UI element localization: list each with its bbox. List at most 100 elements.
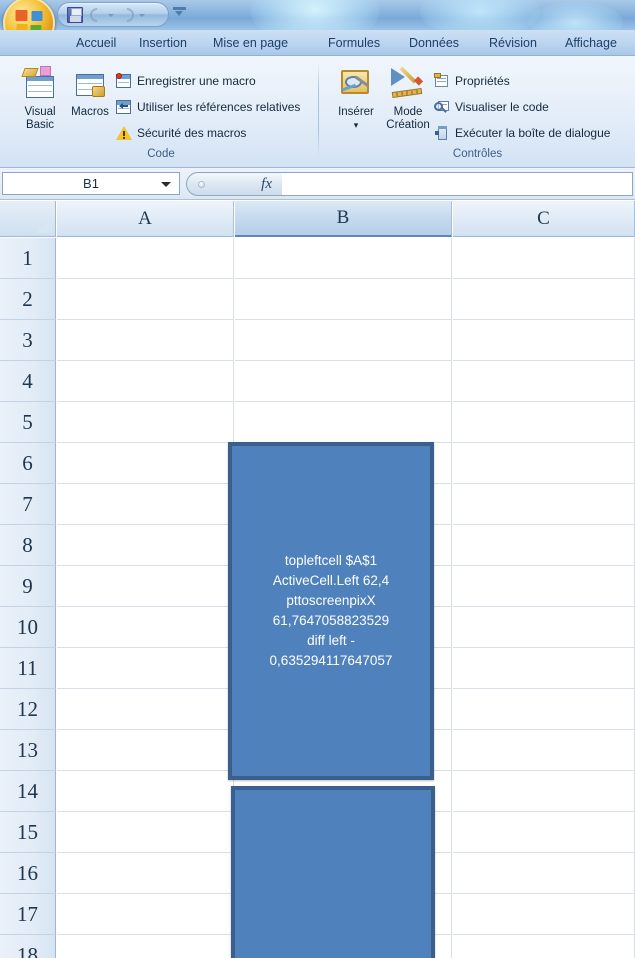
select-all-corner[interactable]	[0, 201, 56, 237]
shape-textbox-bottom[interactable]	[231, 786, 435, 958]
cell-C7[interactable]	[453, 484, 635, 525]
shape-textbox-top[interactable]: topleftcell $A$1 ActiveCell.Left 62,4 pt…	[228, 442, 434, 780]
row-header-18[interactable]: 18	[0, 935, 56, 958]
office-button[interactable]	[3, 0, 55, 30]
run-dialog-item[interactable]: Exécuter la boîte de dialogue	[434, 122, 610, 144]
cell-A7[interactable]	[57, 484, 234, 525]
cell-C18[interactable]	[453, 935, 635, 958]
cell-C16[interactable]	[453, 853, 635, 894]
cell-A9[interactable]	[57, 566, 234, 607]
tab-mise-en-page[interactable]: Mise en page	[205, 30, 296, 56]
formula-input[interactable]	[282, 172, 633, 196]
row-header-14[interactable]: 14	[0, 771, 56, 812]
column-header-b[interactable]: B	[235, 201, 452, 237]
record-macro-item[interactable]: Enregistrer une macro	[116, 70, 256, 92]
insert-control-button[interactable]: Insérer ▾	[328, 62, 384, 132]
properties-item[interactable]: Propriétés	[434, 70, 510, 92]
cell-C10[interactable]	[453, 607, 635, 648]
cell-A15[interactable]	[57, 812, 234, 853]
ribbon: Visual Basic Macros Enregistrer une macr…	[0, 56, 635, 168]
row-header-13[interactable]: 13	[0, 730, 56, 771]
cell-A8[interactable]	[57, 525, 234, 566]
cell-C12[interactable]	[453, 689, 635, 730]
redo-icon[interactable]	[117, 5, 137, 25]
insert-control-dropdown-icon[interactable]: ▾	[328, 119, 384, 132]
macros-label: Macros	[71, 106, 109, 118]
cell-C4[interactable]	[453, 361, 635, 402]
tab-affichage[interactable]: Affichage	[557, 30, 625, 56]
save-icon[interactable]	[67, 7, 83, 23]
cell-C14[interactable]	[453, 771, 635, 812]
cell-A17[interactable]	[57, 894, 234, 935]
cell-A1[interactable]	[57, 238, 234, 279]
cell-C1[interactable]	[453, 238, 635, 279]
macros-button[interactable]: Macros	[62, 62, 118, 119]
column-header-c[interactable]: C	[453, 201, 635, 237]
macro-security-item[interactable]: Sécurité des macros	[116, 122, 246, 144]
row-header-11[interactable]: 11	[0, 648, 56, 689]
title-bar	[0, 0, 635, 30]
redo-dropdown-icon[interactable]	[139, 14, 145, 17]
row-header-2[interactable]: 2	[0, 279, 56, 320]
cell-A14[interactable]	[57, 771, 234, 812]
insert-function-icon[interactable]: fx	[261, 176, 272, 193]
undo-icon[interactable]	[87, 5, 107, 25]
row-header-15[interactable]: 15	[0, 812, 56, 853]
row-header-8[interactable]: 8	[0, 525, 56, 566]
cell-A2[interactable]	[57, 279, 234, 320]
tab-accueil[interactable]: Accueil	[68, 30, 124, 56]
cell-B5[interactable]	[235, 402, 452, 443]
design-mode-button[interactable]: Mode Création	[380, 62, 436, 132]
view-code-item[interactable]: Visualiser le code	[434, 96, 549, 118]
name-box[interactable]: B1	[2, 172, 180, 195]
row-header-4[interactable]: 4	[0, 361, 56, 402]
cell-B3[interactable]	[235, 320, 452, 361]
cell-C2[interactable]	[453, 279, 635, 320]
column-header-a[interactable]: A	[57, 201, 234, 237]
cell-C15[interactable]	[453, 812, 635, 853]
tab-formules[interactable]: Formules	[320, 30, 388, 56]
cell-A16[interactable]	[57, 853, 234, 894]
row-header-7[interactable]: 7	[0, 484, 56, 525]
cell-B1[interactable]	[235, 238, 452, 279]
visual-basic-label-line2: Basic	[25, 119, 55, 131]
cell-A6[interactable]	[57, 443, 234, 484]
customize-qat-icon[interactable]	[173, 7, 186, 20]
cell-A4[interactable]	[57, 361, 234, 402]
row-header-6[interactable]: 6	[0, 443, 56, 484]
cell-A5[interactable]	[57, 402, 234, 443]
relative-references-item[interactable]: Utiliser les références relatives	[116, 96, 300, 118]
name-box-dropdown-icon[interactable]	[161, 182, 171, 187]
tab-insertion[interactable]: Insertion	[131, 30, 195, 56]
tab-donnees[interactable]: Données	[401, 30, 467, 56]
row-header-16[interactable]: 16	[0, 853, 56, 894]
cell-C11[interactable]	[453, 648, 635, 689]
cell-C13[interactable]	[453, 730, 635, 771]
row-header-9[interactable]: 9	[0, 566, 56, 607]
cell-A3[interactable]	[57, 320, 234, 361]
cell-C9[interactable]	[453, 566, 635, 607]
cancel-enter-icon[interactable]	[198, 181, 205, 188]
row-header-17[interactable]: 17	[0, 894, 56, 935]
cell-A18[interactable]	[57, 935, 234, 958]
row-header-10[interactable]: 10	[0, 607, 56, 648]
row-header-12[interactable]: 12	[0, 689, 56, 730]
row-header-1[interactable]: 1	[0, 238, 56, 279]
cell-A12[interactable]	[57, 689, 234, 730]
cell-C17[interactable]	[453, 894, 635, 935]
cell-A10[interactable]	[57, 607, 234, 648]
cell-A11[interactable]	[57, 648, 234, 689]
visual-basic-button[interactable]: Visual Basic	[12, 62, 68, 132]
cell-A13[interactable]	[57, 730, 234, 771]
row-header-3[interactable]: 3	[0, 320, 56, 361]
undo-dropdown-icon[interactable]	[108, 14, 114, 17]
cell-C8[interactable]	[453, 525, 635, 566]
cell-B2[interactable]	[235, 279, 452, 320]
cell-C5[interactable]	[453, 402, 635, 443]
tab-revision[interactable]: Révision	[481, 30, 545, 56]
row-header-5[interactable]: 5	[0, 402, 56, 443]
cell-C3[interactable]	[453, 320, 635, 361]
shape-textbox-top-text: topleftcell $A$1 ActiveCell.Left 62,4 pt…	[269, 553, 393, 668]
cell-C6[interactable]	[453, 443, 635, 484]
cell-B4[interactable]	[235, 361, 452, 402]
